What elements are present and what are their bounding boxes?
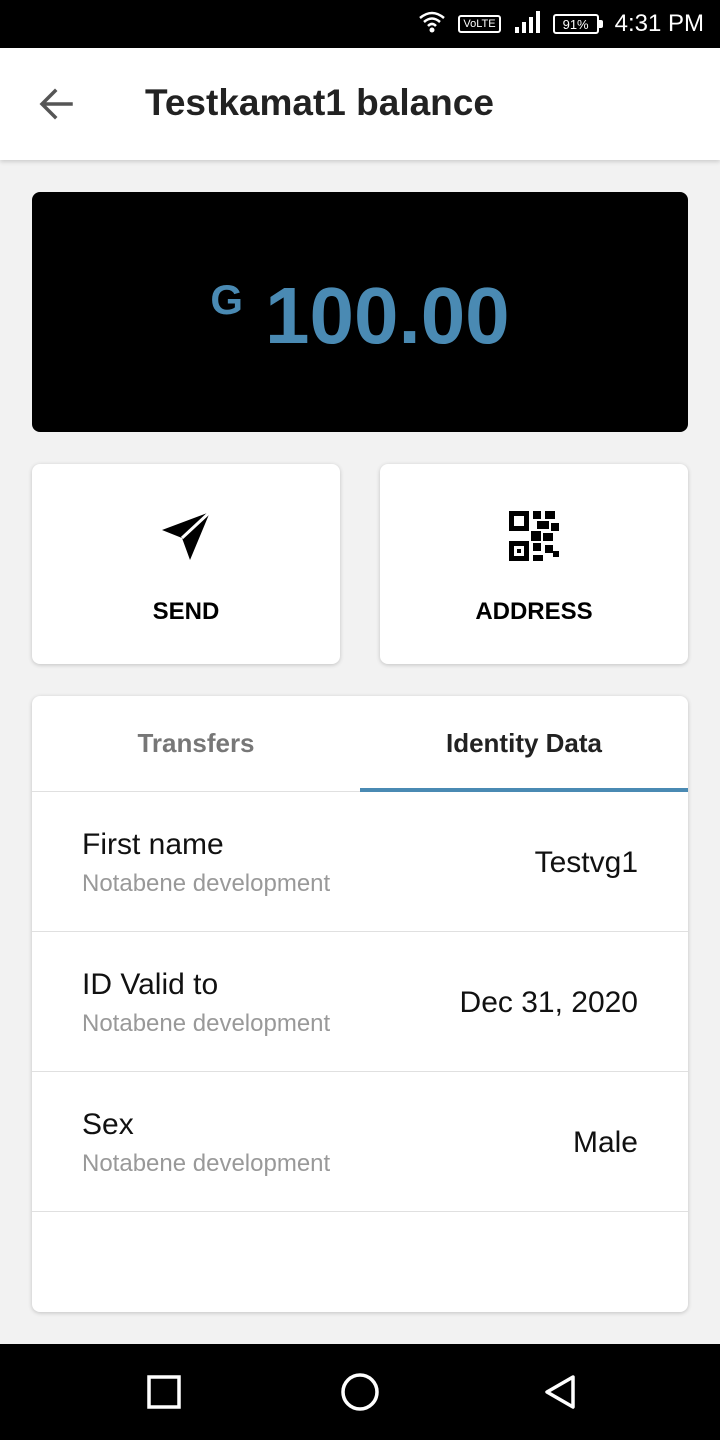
triangle-back-icon bbox=[545, 1375, 575, 1409]
identity-row-id-valid-to: ID Valid to Notabene development Dec 31,… bbox=[32, 932, 688, 1072]
wifi-icon bbox=[418, 11, 446, 38]
row-label: ID Valid to bbox=[82, 968, 219, 1001]
home-button[interactable] bbox=[340, 1372, 380, 1412]
send-icon bbox=[160, 510, 212, 562]
square-icon bbox=[147, 1375, 181, 1409]
identity-row-sex: Sex Notabene development Male bbox=[32, 1072, 688, 1212]
tab-identity-data[interactable]: Identity Data bbox=[360, 696, 688, 791]
battery-percent: 91% bbox=[552, 14, 599, 34]
row-value: Testvg1 bbox=[534, 846, 638, 879]
arrow-left-icon bbox=[39, 88, 73, 120]
system-nav-bar bbox=[0, 1344, 720, 1440]
row-value: Dec 31, 2020 bbox=[459, 986, 638, 1019]
address-label: ADDRESS bbox=[475, 598, 593, 625]
send-button[interactable]: SEND bbox=[32, 464, 340, 664]
row-source: Notabene development bbox=[82, 870, 331, 897]
currency-symbol: G bbox=[210, 276, 243, 323]
balance-card: G 100.00 bbox=[32, 192, 688, 432]
row-source: Notabene development bbox=[82, 1010, 331, 1037]
identity-row-first-name: First name Notabene development Testvg1 bbox=[32, 792, 688, 932]
row-source: Notabene development bbox=[82, 1150, 331, 1177]
back-button[interactable] bbox=[32, 80, 80, 128]
qr-code-icon bbox=[508, 510, 560, 562]
status-bar: VoLTE 91% 4:31 PM bbox=[0, 0, 720, 48]
battery-icon: 91% bbox=[552, 14, 603, 34]
status-time: 4:31 PM bbox=[614, 10, 704, 37]
circle-icon bbox=[341, 1373, 379, 1411]
page-title: Testkamat1 balance bbox=[145, 82, 494, 123]
balance-amount: 100.00 bbox=[264, 271, 510, 360]
tab-transfers[interactable]: Transfers bbox=[32, 696, 360, 791]
row-label: First name bbox=[82, 828, 224, 861]
row-label: Sex bbox=[82, 1108, 134, 1141]
tab-bar: Transfers Identity Data bbox=[32, 696, 688, 792]
app-bar: Testkamat1 balance bbox=[0, 48, 720, 160]
row-value: Male bbox=[572, 1126, 638, 1159]
send-label: SEND bbox=[152, 598, 220, 625]
recents-button[interactable] bbox=[144, 1372, 184, 1412]
back-nav-button[interactable] bbox=[540, 1372, 580, 1412]
volte-badge: VoLTE bbox=[458, 15, 501, 33]
identity-card: Transfers Identity Data First name Notab… bbox=[32, 696, 688, 1312]
signal-icon bbox=[513, 10, 541, 38]
address-button[interactable]: ADDRESS bbox=[380, 464, 688, 664]
